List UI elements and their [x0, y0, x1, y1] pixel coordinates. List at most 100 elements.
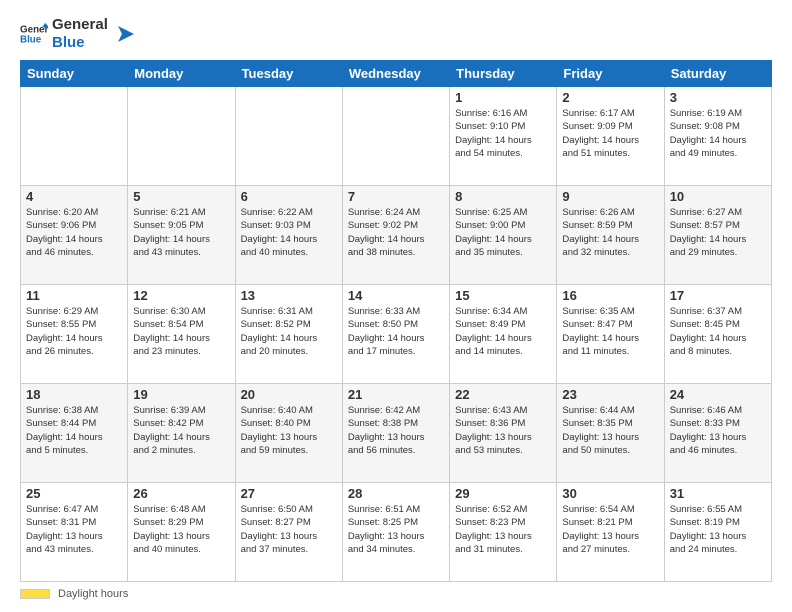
col-saturday: Saturday	[664, 61, 771, 87]
daylight-bar-icon	[20, 589, 50, 599]
table-row: 11Sunrise: 6:29 AMSunset: 8:55 PMDayligh…	[21, 285, 128, 384]
table-row: 13 Sunrise: 6:31 AMSunset: 8:52 PMDayligh…	[235, 285, 342, 384]
logo-icon: General Blue	[20, 20, 48, 48]
page: General Blue General Blue Sunday Monday …	[0, 0, 792, 612]
day-number: 2	[562, 90, 658, 105]
table-row: 22 Sunrise: 6:43 AMSunset: 8:36 PMDayligh…	[450, 384, 557, 483]
day-number: 24	[670, 387, 766, 402]
day-number: 10	[670, 189, 766, 204]
table-row: 20 Sunrise: 6:40 AMSunset: 8:40 PMDayligh…	[235, 384, 342, 483]
footer: Daylight hours	[20, 588, 772, 600]
day-number: 16	[562, 288, 658, 303]
day-info: Sunrise: 6:38 AMSunset: 8:44 PMDaylight:…	[26, 404, 122, 457]
table-row: 10 Sunrise: 6:27 AMSunset: 8:57 PMDayligh…	[664, 186, 771, 285]
day-info: Sunrise: 6:35 AMSunset: 8:47 PMDaylight:…	[562, 305, 658, 358]
col-thursday: Thursday	[450, 61, 557, 87]
logo-arrow-icon	[112, 22, 136, 46]
day-info: Sunrise: 6:19 AMSunset: 9:08 PMDaylight:…	[670, 107, 766, 160]
table-row	[342, 87, 449, 186]
day-number: 22	[455, 387, 551, 402]
day-info: Sunrise: 6:51 AMSunset: 8:25 PMDaylight:…	[348, 503, 444, 556]
table-row: 21 Sunrise: 6:42 AMSunset: 8:38 PMDayligh…	[342, 384, 449, 483]
table-row: 23 Sunrise: 6:44 AMSunset: 8:35 PMDayligh…	[557, 384, 664, 483]
calendar-week-row: 1 Sunrise: 6:16 AMSunset: 9:10 PMDaylight…	[21, 87, 772, 186]
calendar-week-row: 11Sunrise: 6:29 AMSunset: 8:55 PMDayligh…	[21, 285, 772, 384]
day-number: 25	[26, 486, 122, 501]
logo-blue: Blue	[52, 34, 108, 52]
table-row: 19 Sunrise: 6:39 AMSunset: 8:42 PMDayligh…	[128, 384, 235, 483]
day-info: Sunrise: 6:47 AMSunset: 8:31 PMDaylight:…	[26, 503, 122, 556]
day-info: Sunrise: 6:30 AMSunset: 8:54 PMDaylight:…	[133, 305, 229, 358]
table-row	[128, 87, 235, 186]
day-number: 20	[241, 387, 337, 402]
calendar-week-row: 25 Sunrise: 6:47 AMSunset: 8:31 PMDayligh…	[21, 483, 772, 582]
table-row: 30Sunrise: 6:54 AMSunset: 8:21 PMDayligh…	[557, 483, 664, 582]
day-number: 17	[670, 288, 766, 303]
table-row: 24 Sunrise: 6:46 AMSunset: 8:33 PMDayligh…	[664, 384, 771, 483]
table-row: 12 Sunrise: 6:30 AMSunset: 8:54 PMDayligh…	[128, 285, 235, 384]
table-row: 17Sunrise: 6:37 AMSunset: 8:45 PMDayligh…	[664, 285, 771, 384]
day-number: 31	[670, 486, 766, 501]
day-info: Sunrise: 6:17 AMSunset: 9:09 PMDaylight:…	[562, 107, 658, 160]
day-info: Sunrise: 6:16 AMSunset: 9:10 PMDaylight:…	[455, 107, 551, 160]
calendar-body: 1 Sunrise: 6:16 AMSunset: 9:10 PMDaylight…	[21, 87, 772, 582]
day-info: Sunrise: 6:34 AMSunset: 8:49 PMDaylight:…	[455, 305, 551, 358]
col-monday: Monday	[128, 61, 235, 87]
day-number: 30	[562, 486, 658, 501]
table-row	[235, 87, 342, 186]
day-info: Sunrise: 6:52 AMSunset: 8:23 PMDaylight:…	[455, 503, 551, 556]
day-info: Sunrise: 6:27 AMSunset: 8:57 PMDaylight:…	[670, 206, 766, 259]
day-number: 26	[133, 486, 229, 501]
table-row: 18 Sunrise: 6:38 AMSunset: 8:44 PMDayligh…	[21, 384, 128, 483]
table-row: 9Sunrise: 6:26 AMSunset: 8:59 PMDaylight…	[557, 186, 664, 285]
day-info: Sunrise: 6:29 AMSunset: 8:55 PMDaylight:…	[26, 305, 122, 358]
day-number: 14	[348, 288, 444, 303]
day-number: 23	[562, 387, 658, 402]
header: General Blue General Blue	[20, 16, 772, 52]
col-friday: Friday	[557, 61, 664, 87]
day-number: 13	[241, 288, 337, 303]
day-number: 12	[133, 288, 229, 303]
logo-general: General	[52, 16, 108, 34]
table-row: 28 Sunrise: 6:51 AMSunset: 8:25 PMDayligh…	[342, 483, 449, 582]
day-number: 7	[348, 189, 444, 204]
day-info: Sunrise: 6:55 AMSunset: 8:19 PMDaylight:…	[670, 503, 766, 556]
day-number: 28	[348, 486, 444, 501]
table-row	[21, 87, 128, 186]
table-row: 6Sunrise: 6:22 AMSunset: 9:03 PMDaylight…	[235, 186, 342, 285]
day-info: Sunrise: 6:46 AMSunset: 8:33 PMDaylight:…	[670, 404, 766, 457]
day-info: Sunrise: 6:31 AMSunset: 8:52 PMDaylight:…	[241, 305, 337, 358]
day-info: Sunrise: 6:39 AMSunset: 8:42 PMDaylight:…	[133, 404, 229, 457]
day-number: 1	[455, 90, 551, 105]
table-row: 3Sunrise: 6:19 AMSunset: 9:08 PMDaylight…	[664, 87, 771, 186]
table-row: 15Sunrise: 6:34 AMSunset: 8:49 PMDayligh…	[450, 285, 557, 384]
table-row: 31 Sunrise: 6:55 AMSunset: 8:19 PMDayligh…	[664, 483, 771, 582]
table-row: 16 Sunrise: 6:35 AMSunset: 8:47 PMDayligh…	[557, 285, 664, 384]
header-row: Sunday Monday Tuesday Wednesday Thursday…	[21, 61, 772, 87]
col-sunday: Sunday	[21, 61, 128, 87]
day-number: 29	[455, 486, 551, 501]
day-number: 5	[133, 189, 229, 204]
day-info: Sunrise: 6:22 AMSunset: 9:03 PMDaylight:…	[241, 206, 337, 259]
table-row: 26Sunrise: 6:48 AMSunset: 8:29 PMDayligh…	[128, 483, 235, 582]
day-info: Sunrise: 6:43 AMSunset: 8:36 PMDaylight:…	[455, 404, 551, 457]
day-info: Sunrise: 6:21 AMSunset: 9:05 PMDaylight:…	[133, 206, 229, 259]
day-info: Sunrise: 6:40 AMSunset: 8:40 PMDaylight:…	[241, 404, 337, 457]
table-row: 1 Sunrise: 6:16 AMSunset: 9:10 PMDaylight…	[450, 87, 557, 186]
day-info: Sunrise: 6:50 AMSunset: 8:27 PMDaylight:…	[241, 503, 337, 556]
calendar-week-row: 18 Sunrise: 6:38 AMSunset: 8:44 PMDayligh…	[21, 384, 772, 483]
day-info: Sunrise: 6:24 AMSunset: 9:02 PMDaylight:…	[348, 206, 444, 259]
table-row: 4Sunrise: 6:20 AMSunset: 9:06 PMDaylight…	[21, 186, 128, 285]
table-row: 25 Sunrise: 6:47 AMSunset: 8:31 PMDayligh…	[21, 483, 128, 582]
calendar-table: Sunday Monday Tuesday Wednesday Thursday…	[20, 60, 772, 582]
day-number: 8	[455, 189, 551, 204]
day-info: Sunrise: 6:42 AMSunset: 8:38 PMDaylight:…	[348, 404, 444, 457]
day-number: 21	[348, 387, 444, 402]
day-info: Sunrise: 6:44 AMSunset: 8:35 PMDaylight:…	[562, 404, 658, 457]
day-number: 27	[241, 486, 337, 501]
day-number: 18	[26, 387, 122, 402]
table-row: 8Sunrise: 6:25 AMSunset: 9:00 PMDaylight…	[450, 186, 557, 285]
day-number: 4	[26, 189, 122, 204]
day-number: 19	[133, 387, 229, 402]
table-row: 27 Sunrise: 6:50 AMSunset: 8:27 PMDayligh…	[235, 483, 342, 582]
